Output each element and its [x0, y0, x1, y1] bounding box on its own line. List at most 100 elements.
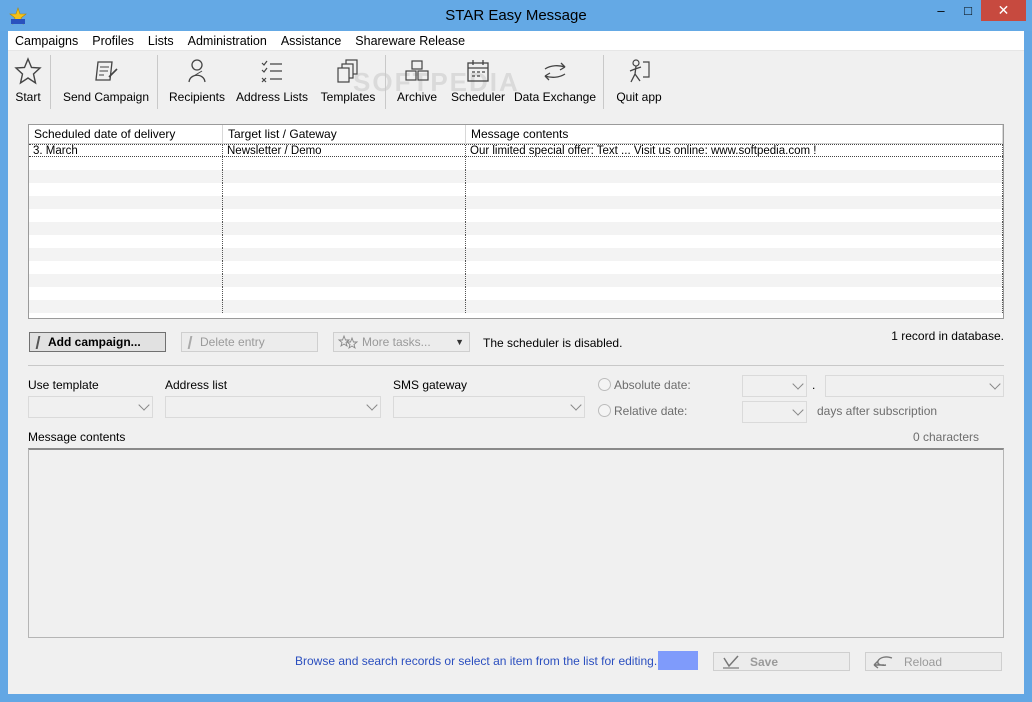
address-list-select[interactable]	[165, 396, 381, 418]
relative-date-radio[interactable]	[598, 404, 611, 417]
menu-administration[interactable]: Administration	[181, 31, 274, 51]
start-label: Start	[15, 90, 41, 104]
data-exchange-label: Data Exchange	[513, 90, 597, 104]
menu-profiles[interactable]: Profiles	[85, 31, 141, 51]
chevron-down-icon	[366, 399, 378, 411]
send-campaign-button[interactable]: Send Campaign	[62, 57, 150, 111]
archive-boxes-icon	[405, 60, 429, 81]
menu-assistance[interactable]: Assistance	[274, 31, 348, 51]
date-separator: .	[812, 378, 816, 392]
campaign-grid[interactable]: Scheduled date of delivery Target list /…	[28, 124, 1004, 319]
toolbar-separator	[50, 55, 51, 109]
record-count: 1 record in database.	[891, 329, 1004, 343]
chevron-down-icon	[792, 404, 804, 416]
send-campaign-label: Send Campaign	[62, 90, 150, 104]
table-row[interactable]: 3. March Newsletter / Demo Our limited s…	[29, 144, 1003, 157]
app-window: STAR Easy Message – □ ✕ Campaigns Profil…	[0, 0, 1032, 702]
chevron-down-icon	[138, 399, 150, 411]
use-template-select[interactable]	[28, 396, 153, 418]
absolute-day-select[interactable]	[742, 375, 807, 397]
scheduler-label: Scheduler	[450, 90, 506, 104]
save-button[interactable]: Save	[713, 652, 850, 671]
checklist-icon	[261, 60, 282, 83]
document-pen-icon	[95, 61, 118, 81]
toolbar-separator	[157, 55, 158, 109]
menu-bar: Campaigns Profiles Lists Administration …	[8, 31, 1024, 51]
archive-label: Archive	[396, 90, 437, 104]
divider	[28, 365, 1004, 366]
reload-button[interactable]: Reload	[865, 652, 1002, 671]
more-tasks-dropdown[interactable]: More tasks... ▼	[333, 332, 470, 352]
empty-row	[29, 196, 1003, 209]
quit-app-label: Quit app	[616, 90, 662, 104]
star-icon	[14, 57, 42, 85]
absolute-date-radio[interactable]	[598, 378, 611, 391]
empty-row	[29, 209, 1003, 222]
recipients-label: Recipients	[168, 90, 226, 104]
calendar-icon	[467, 60, 489, 82]
sms-gateway-label: SMS gateway	[393, 378, 468, 392]
add-campaign-label: Add campaign...	[48, 335, 141, 349]
column-header-message[interactable]: Message contents	[466, 125, 1003, 143]
chevron-down-icon	[570, 399, 582, 411]
column-header-date[interactable]: Scheduled date of delivery	[29, 125, 223, 143]
archive-button[interactable]: Archive	[396, 57, 438, 111]
title-bar[interactable]: STAR Easy Message – □ ✕	[0, 0, 1032, 31]
recipients-button[interactable]: Recipients	[168, 57, 226, 111]
data-exchange-button[interactable]: Data Exchange	[513, 57, 597, 111]
address-list-label: Address list	[165, 378, 228, 392]
more-tasks-label: More tasks...	[362, 335, 431, 349]
cell-date: 3. March	[29, 145, 223, 156]
scheduler-button[interactable]: Scheduler	[450, 57, 506, 111]
exit-person-icon	[629, 59, 650, 83]
empty-row	[29, 157, 1003, 170]
maximize-button[interactable]: □	[955, 0, 981, 21]
templates-icon	[337, 59, 358, 83]
cell-message: Our limited special offer: Text ... Visi…	[466, 145, 1003, 156]
address-lists-label: Address Lists	[235, 90, 309, 104]
reload-arrow-icon	[873, 655, 893, 669]
empty-row	[29, 248, 1003, 261]
save-label: Save	[750, 654, 779, 669]
close-button[interactable]: ✕	[981, 0, 1026, 21]
absolute-month-select[interactable]	[825, 375, 1004, 397]
person-icon	[188, 59, 206, 83]
pencil-icon	[187, 336, 193, 349]
empty-row	[29, 261, 1003, 274]
quit-app-button[interactable]: Quit app	[615, 57, 663, 111]
delete-entry-label: Delete entry	[200, 335, 265, 349]
empty-row	[29, 222, 1003, 235]
days-after-label: days after subscription	[817, 404, 938, 418]
menu-campaigns[interactable]: Campaigns	[8, 31, 85, 51]
templates-label: Templates	[320, 90, 376, 104]
column-header-target[interactable]: Target list / Gateway	[223, 125, 466, 143]
empty-row	[29, 183, 1003, 196]
delete-entry-button[interactable]: Delete entry	[181, 332, 318, 352]
caret-down-icon: ▼	[455, 337, 464, 347]
relative-days-select[interactable]	[742, 401, 807, 423]
message-contents-textarea[interactable]	[28, 448, 1004, 638]
chevron-down-icon	[792, 378, 804, 390]
status-hint: Browse and search records or select an i…	[295, 654, 658, 668]
reload-label: Reload	[904, 654, 943, 669]
menu-lists[interactable]: Lists	[141, 31, 181, 51]
message-contents-label: Message contents	[28, 430, 126, 444]
grid-header: Scheduled date of delivery Target list /…	[29, 125, 1003, 144]
checkmark-icon	[723, 654, 739, 669]
window-title: STAR Easy Message	[445, 7, 587, 24]
templates-button[interactable]: Templates	[319, 57, 377, 111]
color-swatch	[658, 651, 698, 670]
chevron-down-icon	[989, 378, 1001, 390]
start-button[interactable]: Start	[14, 57, 42, 111]
sms-gateway-select[interactable]	[393, 396, 585, 418]
address-lists-button[interactable]: Address Lists	[235, 57, 309, 111]
exchange-arrows-icon	[544, 62, 566, 81]
menu-shareware-release[interactable]: Shareware Release	[348, 31, 472, 51]
pencil-icon	[35, 336, 41, 349]
absolute-date-label: Absolute date:	[614, 378, 691, 392]
add-campaign-button[interactable]: Add campaign...	[29, 332, 166, 352]
client-area: Campaigns Profiles Lists Administration …	[8, 31, 1024, 694]
toolbar-separator	[385, 55, 386, 109]
cell-target: Newsletter / Demo	[223, 145, 466, 156]
minimize-button[interactable]: –	[928, 0, 954, 21]
